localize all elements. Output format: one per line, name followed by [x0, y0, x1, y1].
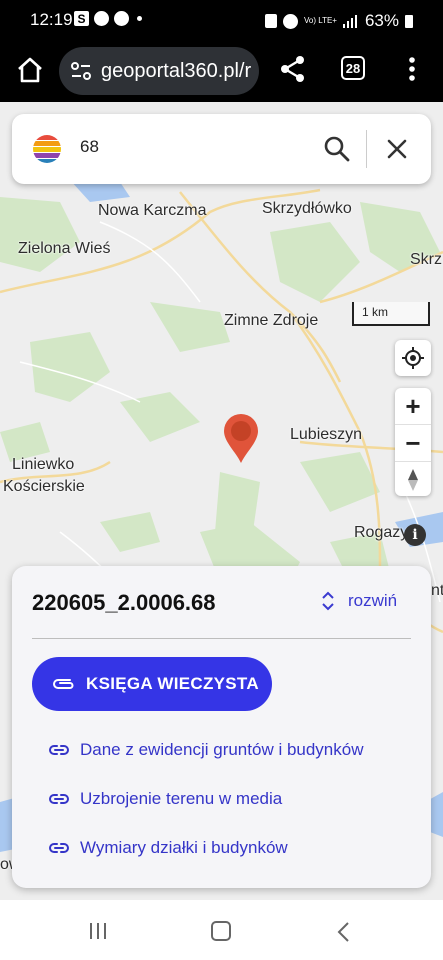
- link-icon: [49, 843, 69, 853]
- home-nav-icon[interactable]: [211, 921, 231, 941]
- link-utilities[interactable]: Uzbrojenie terenu w media: [48, 789, 282, 809]
- place-label: Zielona Wieś: [18, 240, 111, 257]
- zoom-controls: + −: [395, 388, 431, 496]
- gps-locate-icon: [402, 347, 424, 369]
- link-icon: [49, 794, 69, 804]
- link-icon: [49, 745, 69, 755]
- link-label: Dane z ewidencji gruntów i budynków: [80, 740, 364, 759]
- status-time: 12:19: [30, 10, 73, 29]
- place-label: Nowa Karczma: [98, 202, 207, 219]
- battery-percent: 63%: [364, 11, 399, 30]
- share-icon[interactable]: [278, 54, 308, 84]
- s-app-icon: S: [74, 11, 89, 26]
- tab-switcher-button[interactable]: 28: [341, 56, 365, 80]
- alarm-icon: [282, 13, 298, 29]
- back-icon[interactable]: [336, 921, 350, 943]
- link-label: Uzbrojenie terenu w media: [80, 789, 283, 808]
- paperclip-icon: [53, 679, 74, 689]
- status-bar: 12:19 S Vo) LTE+ 63%: [0, 0, 443, 40]
- url-text[interactable]: geoportal360.pl/r: [101, 60, 251, 83]
- battery-icon: [405, 14, 413, 28]
- link-land-records[interactable]: Dane z ewidencji gruntów i budynków: [48, 740, 364, 760]
- expand-chevrons-icon: [322, 591, 334, 611]
- search-divider: [366, 130, 367, 168]
- more-notifications-icon: [137, 16, 142, 21]
- place-label: Lubieszyn: [290, 426, 363, 443]
- location-pin-icon[interactable]: [222, 414, 260, 464]
- place-label: Skrz: [410, 251, 442, 268]
- place-label: Liniewko: [12, 456, 75, 473]
- land-register-label: KSIĘGA WIECZYSTA: [86, 674, 259, 693]
- system-nav-bar: [0, 900, 443, 960]
- search-icon[interactable]: [322, 134, 352, 164]
- notification-icons: S: [74, 11, 142, 26]
- panel-divider: [32, 638, 411, 639]
- place-label: Zimne Zdroje: [224, 312, 319, 329]
- recent-apps-icon[interactable]: [88, 922, 108, 940]
- search-input[interactable]: [78, 136, 302, 158]
- locate-button[interactable]: [395, 340, 431, 376]
- place-label: nty: [431, 582, 443, 599]
- place-label: Skrzydłówko: [262, 200, 352, 217]
- zoom-in-button[interactable]: +: [395, 388, 431, 424]
- home-icon[interactable]: [14, 54, 46, 86]
- expand-label: rozwiń: [348, 591, 398, 610]
- map-scale-bar: 1 km: [352, 302, 430, 326]
- parcel-id: 220605_2.0006.68: [32, 590, 216, 615]
- scale-label: 1 km: [362, 305, 389, 319]
- zoom-out-button[interactable]: −: [395, 424, 431, 461]
- battery-saver-icon: [264, 14, 277, 28]
- system-icons: Vo) LTE+ 63%: [264, 11, 413, 31]
- close-icon[interactable]: [384, 136, 410, 162]
- address-bar[interactable]: geoportal360.pl/r: [59, 47, 259, 95]
- app-icon: [114, 11, 129, 26]
- browser-toolbar: geoportal360.pl/r 28: [0, 40, 443, 102]
- network-type-label: Vo) LTE+: [303, 16, 337, 25]
- parcel-info-panel: 220605_2.0006.68 rozwiń KSIĘGA WIECZYSTA…: [12, 566, 431, 888]
- place-label: Kościerskie: [3, 478, 85, 495]
- geoportal-logo-icon: [33, 135, 61, 163]
- info-icon[interactable]: i: [404, 524, 426, 546]
- messenger-icon: [94, 11, 109, 26]
- site-settings-icon[interactable]: [69, 59, 93, 83]
- more-menu-icon[interactable]: [404, 54, 420, 84]
- signal-icon: [342, 15, 357, 28]
- land-register-button[interactable]: KSIĘGA WIECZYSTA: [32, 657, 272, 711]
- link-label: Wymiary działki i budynków: [80, 838, 288, 857]
- compass-button[interactable]: [395, 461, 431, 498]
- compass-icon: [408, 469, 418, 491]
- link-dimensions[interactable]: Wymiary działki i budynków: [48, 838, 288, 858]
- expand-button[interactable]: rozwiń: [320, 590, 397, 612]
- place-label: Rogazy: [354, 524, 409, 541]
- search-bar: [12, 114, 431, 184]
